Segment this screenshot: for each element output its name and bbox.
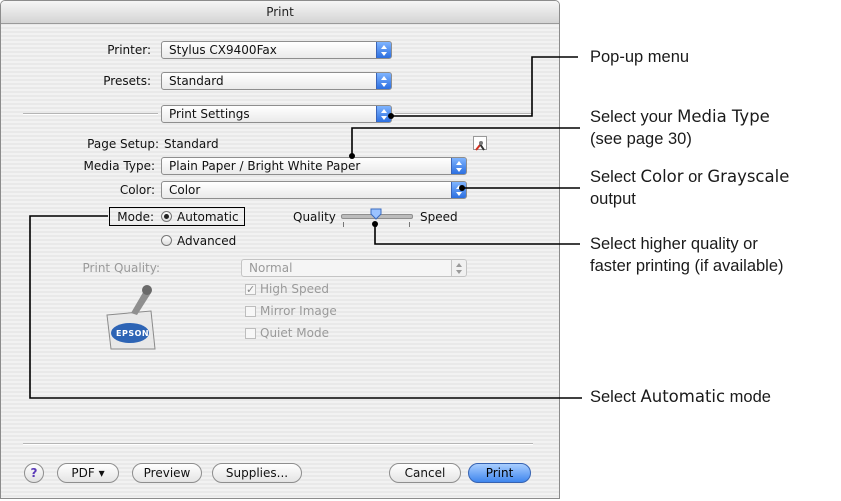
callout-media-bold: Media Type (677, 107, 770, 126)
callout-quality: Select higher quality or faster printing… (590, 233, 784, 277)
callout-color-output: output (590, 190, 636, 208)
callout-color: Select Color or Grayscale output (590, 166, 789, 210)
callout-color-or: or (683, 168, 708, 186)
callout-auto-mode: mode (725, 388, 771, 406)
callout-popup-menu-text: Pop-up menu (590, 48, 690, 66)
callout-media-text: Select your (590, 108, 678, 126)
callout-media-type: Select your Media Type (see page 30) (590, 106, 770, 150)
callout-grayscale-bold: Grayscale (707, 167, 790, 186)
callout-quality-line2: faster printing (if available) (590, 257, 784, 275)
callout-automatic: Select Automatic mode (590, 386, 771, 408)
callout-quality-line1: Select higher quality or (590, 235, 758, 253)
callout-color-bold: Color (640, 167, 684, 186)
callout-color-text: Select (590, 168, 641, 186)
callout-popup-menu: Pop-up menu (590, 46, 689, 68)
callout-auto-bold: Automatic (640, 387, 726, 406)
callout-auto-text: Select (590, 388, 641, 406)
callout-media-page: (see page 30) (590, 130, 692, 148)
